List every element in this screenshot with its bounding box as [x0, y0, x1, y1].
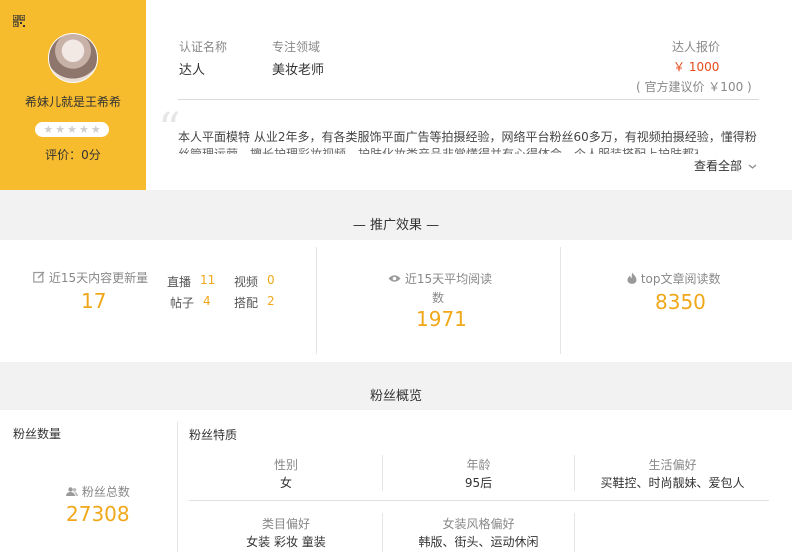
- edit-icon: [33, 271, 45, 283]
- top-read-label: top文章阅读数: [640, 272, 721, 286]
- star-icon: ★: [78, 123, 89, 136]
- avg-read-label-continued: 数: [432, 291, 445, 305]
- avg-read-label: 近15天平均阅读: [404, 272, 493, 286]
- divider: [178, 99, 759, 100]
- view-all-link[interactable]: 查看全部: [694, 157, 757, 174]
- fans-title: 粉丝概览: [369, 389, 422, 404]
- life-pref-label: 生活偏好: [648, 458, 697, 472]
- fans-total-label: 粉丝总数: [81, 485, 130, 499]
- star-icon: ★: [43, 123, 54, 136]
- users-icon: [66, 487, 78, 496]
- updates-label-group: 近15天内容更新量: [33, 269, 148, 286]
- fans-count-heading: 粉丝数量: [13, 427, 62, 441]
- post-label: 帖子: [170, 296, 195, 310]
- bio-text: 本人平面模特 从业2年多，有各类服饰平面广告等拍摄经验，网络平台粉丝60多万，有…: [178, 130, 757, 144]
- updates-label: 近15天内容更新量: [48, 271, 149, 285]
- avg-read-label-group: 近15天平均阅读: [388, 270, 492, 287]
- star-icon: ★: [67, 123, 77, 136]
- promo-title: — 推广效果 —: [352, 218, 440, 233]
- category-pref-value: 女装 彩妆 童装: [246, 535, 326, 549]
- cert-value: 达人: [179, 63, 206, 78]
- live-label: 直播: [167, 275, 192, 289]
- video-label: 视频: [234, 275, 259, 289]
- star-icon: ★: [55, 123, 66, 136]
- fans-total-value: 27308: [66, 502, 130, 526]
- price-suggestion: ( 官方建议价 ￥100 ): [636, 80, 752, 94]
- price-value: ￥ 1000: [673, 60, 720, 74]
- gender-label: 性别: [273, 458, 298, 472]
- fans-traits-heading: 粉丝特质: [189, 428, 238, 442]
- style-pref-label: 女装风格偏好: [442, 517, 515, 531]
- life-pref-value: 买鞋控、时尚靓妹、爱包人: [600, 476, 745, 490]
- field-label: 专注领域: [272, 40, 321, 54]
- eye-icon: [388, 275, 401, 282]
- bio-text-continued: 丝管理运营，擅长护理彩妆视频，护肤化妆类产品非常懂得并有心得体会，个人服装搭配上…: [178, 148, 698, 154]
- cert-label: 认证名称: [179, 40, 228, 54]
- fire-icon: [627, 272, 637, 284]
- avg-read-value: 1971: [416, 307, 467, 331]
- divider: [316, 247, 317, 354]
- match-value: 2: [267, 294, 275, 308]
- age-label: 年龄: [466, 458, 491, 472]
- top-read-label-group: top文章阅读数: [627, 270, 721, 287]
- divider: [177, 422, 178, 552]
- rating-text: 评价：0分: [45, 148, 101, 162]
- top-read-value: 8350: [655, 290, 706, 314]
- updates-value: 17: [81, 289, 107, 313]
- divider: [560, 247, 561, 354]
- star-rating: ★ ★ ★ ★ ★: [35, 122, 109, 137]
- age-value: 95后: [464, 476, 493, 490]
- live-value: 11: [200, 273, 216, 287]
- divider: [574, 513, 575, 552]
- chevron-down-icon: [748, 164, 757, 169]
- fans-total-label-group: 粉丝总数: [66, 483, 130, 500]
- video-value: 0: [267, 273, 275, 287]
- field-value: 美妆老师: [272, 63, 325, 78]
- category-pref-label: 类目偏好: [261, 517, 310, 531]
- qrcode-icon[interactable]: [13, 15, 25, 27]
- post-value: 4: [203, 294, 211, 308]
- star-icon: ★: [90, 123, 101, 136]
- match-label: 搭配: [234, 296, 259, 310]
- price-label: 达人报价: [672, 40, 721, 54]
- view-all-label: 查看全部: [694, 159, 743, 173]
- style-pref-value: 韩版、街头、运动休闲: [418, 535, 539, 549]
- gender-value: 女: [279, 476, 292, 490]
- avatar[interactable]: [48, 33, 98, 83]
- divider: [189, 500, 769, 501]
- profile-name: 希妹儿就是王希希: [24, 95, 121, 109]
